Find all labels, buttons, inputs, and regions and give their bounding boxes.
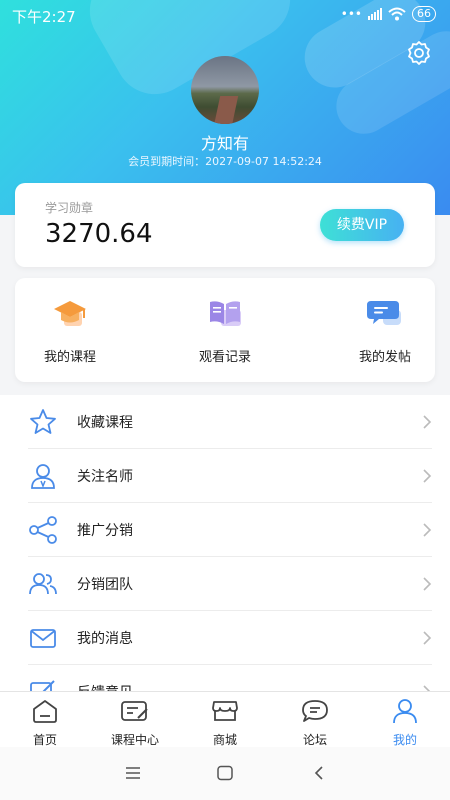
menu-label: 我的消息 — [77, 631, 133, 647]
renew-vip-button[interactable]: 续费VIP — [320, 209, 404, 241]
quick-my-courses[interactable]: 我的课程 — [10, 296, 130, 365]
tab-label: 商城 — [212, 733, 237, 747]
status-bar: 下午2:27 ••• 66 — [0, 0, 450, 32]
menu-icon[interactable] — [123, 765, 143, 781]
tab-label: 论坛 — [302, 733, 327, 747]
medal-card: 学习勋章 3270.64 续费VIP — [15, 183, 435, 267]
gear-icon[interactable] — [406, 40, 432, 66]
chevron-right-icon — [423, 631, 432, 645]
medal-label: 学习勋章 — [45, 201, 94, 215]
bottom-tab-bar: 首页 课程中心 商城 论坛 我的 — [0, 691, 450, 747]
quick-watch-history[interactable]: 观看记录 — [165, 296, 285, 365]
chevron-right-icon — [423, 577, 432, 591]
quick-actions-card: 我的课程 观看记录 我的发帖 — [15, 278, 435, 382]
menu-item-promotion[interactable]: 推广分销 — [0, 503, 450, 557]
menu-item-favorite-courses[interactable]: 收藏课程 — [0, 395, 450, 449]
membership-expiry: 会员到期时间：2027-09-07 14:52:24 — [128, 155, 322, 168]
quick-label: 我的发帖 — [358, 350, 411, 365]
edit-icon — [30, 680, 55, 691]
share-icon — [29, 516, 57, 544]
menu-item-team[interactable]: 分销团队 — [0, 557, 450, 611]
forum-icon — [302, 700, 328, 722]
tab-home[interactable]: 首页 — [0, 698, 90, 748]
quick-label: 观看记录 — [198, 350, 251, 365]
menu-label: 反馈意见 — [77, 682, 133, 691]
status-icons: ••• 66 — [341, 6, 436, 22]
system-nav-bar — [0, 747, 450, 800]
chevron-right-icon — [423, 415, 432, 429]
home-button-icon[interactable] — [215, 765, 235, 781]
profile-icon — [393, 699, 417, 724]
user-name: 方知有 — [200, 134, 249, 153]
tab-course-center[interactable]: 课程中心 — [90, 698, 180, 748]
open-book-icon — [210, 301, 241, 326]
avatar[interactable] — [191, 56, 259, 124]
menu-item-messages[interactable]: 我的消息 — [0, 611, 450, 665]
tab-shop[interactable]: 商城 — [180, 698, 270, 748]
course-icon — [121, 701, 148, 721]
person-icon — [31, 464, 55, 489]
settings-menu: 收藏课程 关注名师 推广分销 分销团队 我的消息 反馈意见 — [0, 395, 450, 691]
home-icon — [33, 700, 57, 723]
menu-label: 收藏课程 — [77, 415, 133, 431]
quick-my-posts[interactable]: 我的发帖 — [325, 296, 445, 365]
menu-label: 推广分销 — [77, 523, 133, 539]
menu-label: 关注名师 — [77, 469, 133, 485]
menu-item-feedback[interactable]: 反馈意见 — [0, 665, 450, 691]
quick-label: 我的课程 — [43, 350, 96, 365]
chevron-right-icon — [423, 469, 432, 483]
graduation-cap-icon — [54, 301, 86, 326]
tab-label: 首页 — [32, 733, 57, 747]
team-icon — [29, 573, 57, 595]
tab-mine[interactable]: 我的 — [360, 698, 450, 748]
shop-icon — [212, 701, 238, 721]
status-time: 下午2:27 — [12, 8, 76, 26]
mail-icon — [30, 629, 56, 648]
medal-value: 3270.64 — [45, 219, 153, 249]
tab-forum[interactable]: 论坛 — [270, 698, 360, 748]
dots-icon: ••• — [340, 7, 362, 21]
tab-label: 我的 — [392, 733, 417, 747]
back-icon[interactable] — [309, 765, 329, 781]
tab-label: 课程中心 — [110, 733, 159, 747]
signal-icon — [368, 8, 382, 20]
star-icon — [30, 409, 56, 434]
chat-bubble-icon — [367, 301, 401, 325]
menu-item-followed-teachers[interactable]: 关注名师 — [0, 449, 450, 503]
menu-label: 分销团队 — [77, 577, 133, 593]
battery-icon: 66 — [412, 6, 436, 22]
chevron-right-icon — [423, 685, 431, 691]
wifi-icon — [388, 7, 406, 21]
chevron-right-icon — [423, 523, 432, 537]
